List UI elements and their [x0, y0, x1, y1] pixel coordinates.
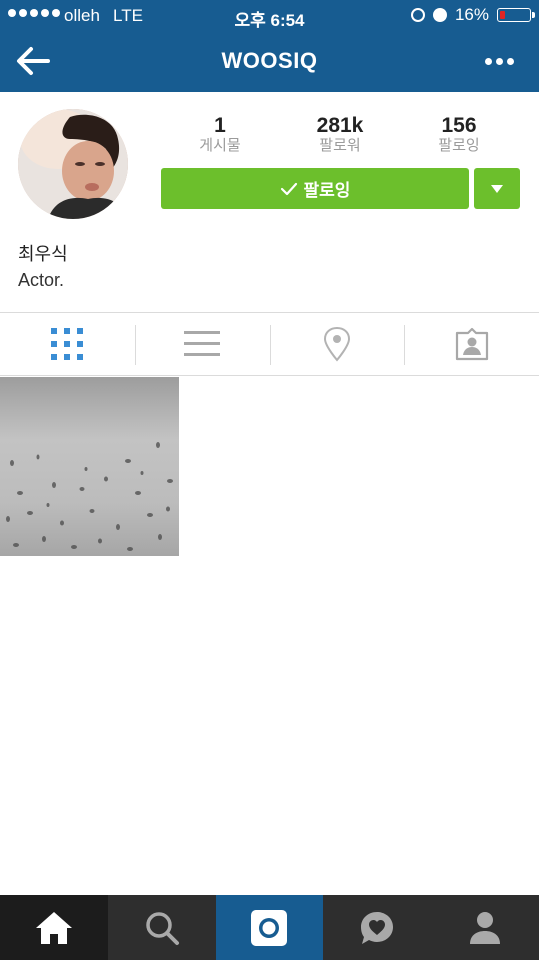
followers-label: 팔로워 — [319, 137, 361, 154]
profile-view-tabs — [0, 312, 539, 376]
rotation-lock-icon — [410, 8, 425, 22]
profile-bio: Actor. — [18, 270, 65, 290]
checkmark-icon — [280, 182, 297, 195]
tab-profile[interactable] — [431, 895, 539, 960]
rain-window-photo — [0, 377, 179, 556]
tab-tagged-photos[interactable] — [404, 313, 539, 375]
status-bar: olleh LTE 오후 6:54 16% — [0, 0, 539, 30]
tab-list-view[interactable] — [134, 313, 270, 375]
tagged-person-icon — [455, 327, 488, 361]
battery-icon — [497, 8, 535, 22]
location-pin-icon — [323, 326, 350, 362]
following-stat[interactable]: 156 팔로잉 — [399, 114, 519, 154]
more-options-button[interactable] — [485, 52, 519, 70]
more-dots-icon — [485, 57, 492, 65]
tab-explore[interactable] — [108, 895, 216, 960]
person-icon — [470, 911, 501, 944]
list-icon — [184, 331, 221, 356]
top-bar: olleh LTE 오후 6:54 16% WOOSIQ — [0, 0, 539, 92]
tab-home[interactable] — [0, 895, 108, 960]
profile-name: 최우식 — [18, 244, 68, 264]
tab-grid-view[interactable] — [0, 313, 135, 375]
tab-camera[interactable] — [215, 895, 324, 960]
post-thumbnail[interactable] — [0, 377, 179, 556]
home-icon — [35, 911, 72, 944]
alarm-icon — [432, 8, 447, 22]
bottom-tab-bar — [0, 895, 539, 960]
following-button-label: 팔로잉 — [303, 181, 351, 200]
page-title: WOOSIQ — [221, 48, 318, 73]
posts-count: 1 — [214, 114, 226, 137]
suggestions-dropdown-button[interactable] — [474, 168, 520, 209]
avatar[interactable] — [18, 109, 128, 219]
posts-label: 게시물 — [199, 137, 241, 154]
posts-stat: 1 게시물 — [160, 114, 280, 154]
status-right: 16% — [410, 5, 535, 25]
avatar-photo — [18, 109, 128, 219]
tab-photo-map[interactable] — [269, 313, 405, 375]
battery-percent: 16% — [454, 5, 489, 24]
following-button[interactable]: 팔로잉 — [161, 168, 469, 209]
tab-activity[interactable] — [323, 895, 431, 960]
followers-count: 281k — [316, 114, 364, 137]
camera-icon — [251, 909, 288, 946]
following-count: 156 — [441, 114, 477, 137]
following-label: 팔로잉 — [438, 137, 480, 154]
grid-icon — [51, 328, 84, 360]
followers-stat[interactable]: 281k 팔로워 — [280, 114, 400, 154]
heart-bubble-icon — [361, 911, 394, 944]
search-icon — [145, 911, 179, 945]
